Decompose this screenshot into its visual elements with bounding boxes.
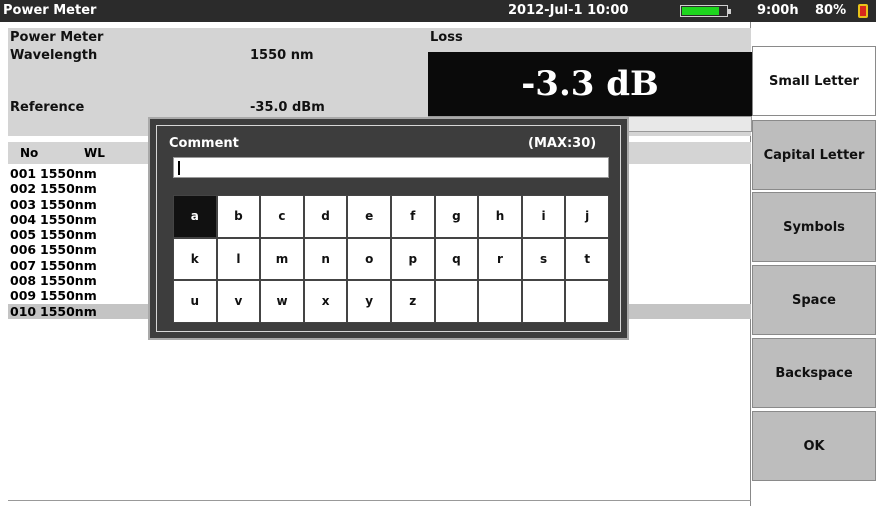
key-f[interactable]: f	[391, 195, 435, 238]
cell-wl: 1550nm	[40, 273, 97, 289]
datetime: 2012-Jul-1 10:00	[508, 3, 629, 18]
wavelength-value: 1550 nm	[250, 48, 314, 63]
status-bar: Power Meter 2012-Jul-1 10:00 9:00h 80%	[0, 0, 876, 22]
comment-dialog: Comment (MAX:30) abcdefghij klmnopqrst uvw…	[148, 117, 629, 340]
small-letter-button[interactable]: Small Letter	[752, 46, 876, 116]
key-d[interactable]: d	[303, 195, 348, 238]
cell-no: 002	[10, 181, 37, 197]
key-t[interactable]: t	[565, 237, 609, 281]
cell-wl: 1550nm	[40, 227, 97, 243]
key-p[interactable]: p	[391, 237, 435, 281]
power-plug-icon	[858, 4, 868, 18]
keyboard-grid: abcdefghij klmnopqrst uvwxyz	[173, 195, 609, 323]
key-g[interactable]: g	[434, 195, 479, 238]
key-s[interactable]: s	[521, 237, 566, 281]
loss-label: Loss	[430, 30, 463, 45]
key-k[interactable]: k	[173, 237, 217, 281]
cell-no: 004	[10, 211, 37, 227]
key-b[interactable]: b	[216, 195, 261, 238]
text-caret	[178, 161, 180, 175]
app-title: Power Meter	[3, 3, 97, 18]
side-menu: Small Letter Capital Letter Symbols Spac…	[752, 22, 876, 506]
capital-letter-button[interactable]: Capital Letter	[752, 120, 876, 190]
cell-wl: 1550nm	[40, 257, 97, 273]
cell-no: 009	[10, 288, 37, 304]
cell-wl: 1550nm	[40, 166, 97, 181]
loss-display: -3.3 dB	[428, 52, 752, 116]
dialog-title: Comment	[169, 136, 239, 151]
cell-wl: 1550nm	[40, 211, 97, 227]
cell-no: 006	[10, 242, 37, 258]
key-c[interactable]: c	[260, 195, 304, 238]
cell-no: 010	[10, 303, 37, 319]
cell-no: 003	[10, 196, 37, 212]
battery-fill	[682, 7, 719, 15]
key-empty	[521, 280, 566, 323]
key-z[interactable]: z	[391, 280, 435, 323]
key-r[interactable]: r	[478, 237, 522, 281]
cell-no: 008	[10, 273, 37, 289]
key-i[interactable]: i	[521, 195, 566, 238]
col-wl: WL	[84, 146, 105, 160]
ok-button[interactable]: OK	[752, 411, 876, 481]
key-n[interactable]: n	[303, 237, 348, 281]
key-x[interactable]: x	[303, 280, 348, 323]
key-empty	[478, 280, 522, 323]
cell-wl: 1550nm	[40, 288, 97, 304]
key-empty	[434, 280, 479, 323]
info-heading: Power Meter	[10, 30, 104, 45]
key-u[interactable]: u	[173, 280, 217, 323]
key-v[interactable]: v	[216, 280, 261, 323]
dialog-max-length: (MAX:30)	[528, 136, 597, 151]
col-no: No	[20, 146, 39, 160]
reference-label: Reference	[10, 100, 85, 115]
cell-wl: 1550nm	[40, 196, 97, 212]
cell-no: 001	[10, 166, 37, 181]
cell-wl: 1550nm	[40, 181, 97, 197]
battery-time-left: 9:00h	[757, 3, 799, 18]
key-h[interactable]: h	[478, 195, 522, 238]
key-j[interactable]: j	[565, 195, 609, 238]
key-empty	[565, 280, 609, 323]
cell-no: 005	[10, 227, 37, 243]
key-q[interactable]: q	[434, 237, 479, 281]
battery-percent: 80%	[815, 3, 847, 18]
battery-icon	[680, 5, 731, 17]
cell-no: 007	[10, 257, 37, 273]
symbols-button[interactable]: Symbols	[752, 192, 876, 262]
space-button[interactable]: Space	[752, 265, 876, 335]
key-m[interactable]: m	[260, 237, 304, 281]
key-e[interactable]: e	[347, 195, 391, 238]
cell-wl: 1550nm	[40, 242, 97, 258]
key-l[interactable]: l	[216, 237, 261, 281]
key-o[interactable]: o	[347, 237, 391, 281]
key-y[interactable]: y	[347, 280, 391, 323]
key-w[interactable]: w	[260, 280, 304, 323]
backspace-button[interactable]: Backspace	[752, 338, 876, 408]
comment-input[interactable]	[173, 157, 609, 178]
key-a[interactable]: a	[173, 195, 217, 238]
cell-wl: 1550nm	[40, 303, 97, 319]
wavelength-label: Wavelength	[10, 48, 98, 63]
reference-value: -35.0 dBm	[250, 100, 325, 115]
